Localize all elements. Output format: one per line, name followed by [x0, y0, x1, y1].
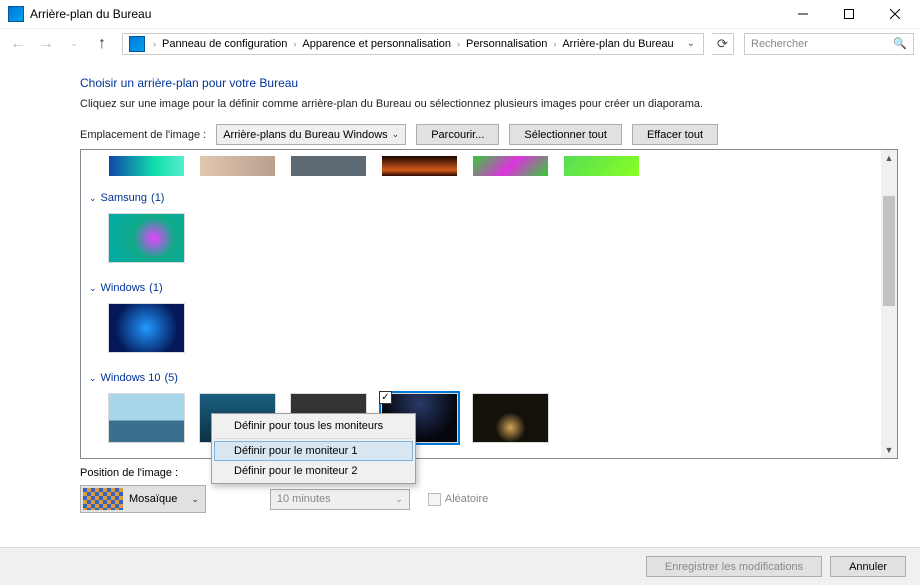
window-titlebar: Arrière-plan du Bureau	[0, 0, 920, 28]
wallpaper-gallery: ⌄ Samsung (1) ⌄ Windows (1) ⌄ Windows 10…	[80, 149, 898, 459]
menu-item-monitor-2[interactable]: Définir pour le moniteur 2	[214, 461, 413, 481]
scroll-track[interactable]	[881, 166, 897, 442]
app-icon	[8, 6, 24, 22]
wallpaper-thumb[interactable]	[109, 156, 184, 176]
breadcrumb-item-1[interactable]: Apparence et personnalisation	[300, 38, 453, 50]
location-value: Arrière-plans du Bureau Windows	[223, 129, 387, 141]
group-windows[interactable]: ⌄ Windows (1)	[87, 276, 881, 298]
chevron-down-icon: ⌄	[392, 129, 400, 140]
chevron-down-icon: ⌄	[395, 494, 403, 505]
minimize-button[interactable]	[780, 0, 826, 28]
select-all-button[interactable]: Sélectionner tout	[509, 124, 622, 145]
scroll-up-button[interactable]: ▲	[881, 150, 897, 166]
position-label: Position de l'image :	[80, 467, 898, 479]
group-count: (1)	[149, 282, 162, 294]
window-title: Arrière-plan du Bureau	[30, 7, 780, 21]
wallpaper-thumb[interactable]	[291, 156, 366, 176]
group-label: Windows	[101, 282, 146, 294]
wallpaper-thumb[interactable]	[382, 156, 457, 176]
chevron-down-icon: ⌄	[191, 494, 199, 505]
location-select[interactable]: Arrière-plans du Bureau Windows ⌄	[216, 124, 406, 145]
clear-all-button[interactable]: Effacer tout	[632, 124, 718, 145]
group-windows10[interactable]: ⌄ Windows 10 (5)	[87, 366, 881, 388]
location-label: Emplacement de l'image :	[80, 129, 206, 141]
page-title: Choisir un arrière-plan pour votre Burea…	[80, 76, 898, 90]
wallpaper-thumb[interactable]	[473, 394, 548, 442]
up-button[interactable]: ↑	[90, 32, 114, 56]
location-row: Emplacement de l'image : Arrière-plans d…	[80, 124, 898, 145]
position-preview-icon	[83, 488, 123, 510]
menu-item-all-monitors[interactable]: Définir pour tous les moniteurs	[214, 416, 413, 436]
wallpaper-thumb[interactable]	[109, 304, 184, 352]
cancel-button[interactable]: Annuler	[830, 556, 906, 577]
recent-dropdown[interactable]: ⌄	[62, 32, 86, 56]
chevron-right-icon: ›	[553, 39, 556, 49]
chevron-right-icon: ›	[293, 39, 296, 49]
control-panel-icon	[129, 36, 145, 52]
group-label: Windows 10	[101, 372, 161, 384]
forward-button[interactable]: →	[34, 32, 58, 56]
page-subtitle: Cliquez sur une image pour la définir co…	[80, 98, 898, 110]
chevron-down-icon: ⌄	[89, 283, 97, 294]
menu-item-monitor-1[interactable]: Définir pour le moniteur 1	[214, 441, 413, 461]
search-input[interactable]: Rechercher 🔍	[744, 33, 914, 55]
random-checkbox[interactable]: Aléatoire	[428, 493, 488, 506]
position-select[interactable]: Mosaïque ⌄	[80, 485, 206, 513]
close-button[interactable]	[872, 0, 918, 28]
vertical-scrollbar[interactable]: ▲ ▼	[881, 150, 897, 458]
bottom-bar: Enregistrer les modifications Annuler	[0, 547, 920, 585]
context-menu: Définir pour tous les moniteurs Définir …	[211, 413, 416, 484]
random-label: Aléatoire	[445, 493, 488, 505]
content-area: Choisir un arrière-plan pour votre Burea…	[0, 58, 920, 513]
group-label: Samsung	[101, 192, 147, 204]
refresh-button[interactable]: ⟳	[712, 33, 734, 55]
browse-button[interactable]: Parcourir...	[416, 124, 499, 145]
wallpaper-thumb[interactable]	[564, 156, 639, 176]
wallpaper-thumb[interactable]	[200, 156, 275, 176]
wallpaper-thumb[interactable]	[109, 214, 184, 262]
scroll-thumb[interactable]	[883, 196, 895, 306]
wallpaper-thumb[interactable]	[109, 394, 184, 442]
checkbox-icon	[428, 493, 441, 506]
back-button[interactable]: ←	[6, 32, 30, 56]
checkbox-checked-icon[interactable]: ✓	[379, 391, 392, 404]
breadcrumb-item-3[interactable]: Arrière-plan du Bureau	[560, 38, 675, 50]
group-count: (5)	[164, 372, 177, 384]
chevron-down-icon: ⌄	[89, 373, 97, 384]
maximize-button[interactable]	[826, 0, 872, 28]
interval-select[interactable]: 10 minutes ⌄	[270, 489, 410, 510]
breadcrumb-item-2[interactable]: Personnalisation	[464, 38, 549, 50]
scroll-down-button[interactable]: ▼	[881, 442, 897, 458]
group-count: (1)	[151, 192, 164, 204]
save-button[interactable]: Enregistrer les modifications	[646, 556, 822, 577]
thumb-row-partial	[87, 154, 881, 186]
chevron-right-icon: ›	[457, 39, 460, 49]
breadcrumb-item-0[interactable]: Panneau de configuration	[160, 38, 289, 50]
search-icon: 🔍	[893, 37, 907, 50]
group-samsung[interactable]: ⌄ Samsung (1)	[87, 186, 881, 208]
wallpaper-thumb[interactable]	[473, 156, 548, 176]
breadcrumb[interactable]: › Panneau de configuration › Apparence e…	[122, 33, 704, 55]
breadcrumb-dropdown[interactable]: ⌄	[681, 38, 701, 49]
chevron-right-icon: ›	[153, 39, 156, 49]
interval-value: 10 minutes	[277, 493, 331, 505]
chevron-down-icon: ⌄	[89, 193, 97, 204]
position-value: Mosaïque	[129, 493, 177, 505]
menu-separator	[215, 438, 412, 439]
search-placeholder: Rechercher	[751, 38, 808, 50]
navigation-bar: ← → ⌄ ↑ › Panneau de configuration › App…	[0, 28, 920, 58]
